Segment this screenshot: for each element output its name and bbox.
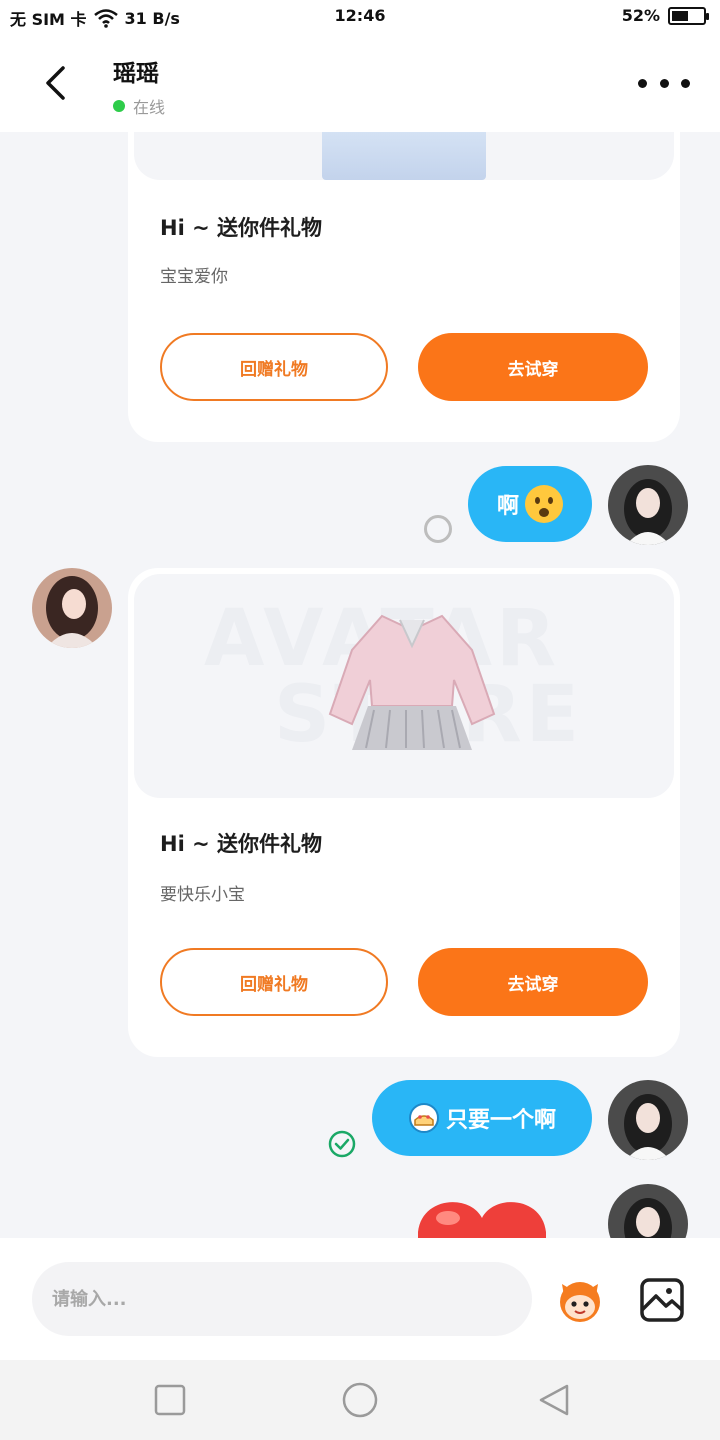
presence-status: 在线 bbox=[113, 94, 165, 118]
avatar-photo-icon bbox=[608, 1184, 688, 1238]
contact-name: 瑶瑶 bbox=[113, 61, 159, 87]
message-bubble[interactable]: 啊 bbox=[468, 466, 592, 542]
gift-image: AVATAR STORE bbox=[134, 574, 674, 798]
gift-card: AVATAR STORE Hi ~ 送你件礼物 要快乐小宝 回赠礼物 去试穿 bbox=[128, 568, 680, 1057]
gift-title: Hi ~ 送你件礼物 bbox=[160, 832, 322, 856]
avatar-photo-icon bbox=[608, 1080, 688, 1160]
try-on-button[interactable]: 去试穿 bbox=[418, 948, 648, 1016]
online-dot-icon bbox=[113, 100, 125, 112]
heart-icon[interactable] bbox=[412, 1196, 552, 1238]
read-check-icon bbox=[328, 1130, 356, 1158]
message-input[interactable] bbox=[32, 1262, 532, 1336]
message-text: 啊 bbox=[496, 494, 519, 519]
recents-button[interactable] bbox=[150, 1380, 190, 1420]
more-dot-icon bbox=[659, 78, 669, 88]
triangle-back-icon bbox=[539, 1384, 569, 1416]
gift-note: 要快乐小宝 bbox=[160, 885, 245, 905]
battery-percent: 52% bbox=[621, 6, 660, 25]
image-button[interactable] bbox=[638, 1276, 686, 1324]
gift-note: 宝宝爱你 bbox=[160, 267, 228, 287]
my-avatar[interactable] bbox=[608, 465, 688, 545]
clock: 12:46 bbox=[334, 6, 386, 25]
system-nav-bar bbox=[0, 1360, 720, 1440]
gift-card: Hi ~ 送你件礼物 宝宝爱你 回赠礼物 去试穿 bbox=[128, 132, 680, 442]
gift-image-fragment bbox=[322, 132, 486, 180]
battery-fill bbox=[672, 10, 688, 21]
home-button[interactable] bbox=[340, 1380, 380, 1420]
message-text: 只要一个啊 bbox=[445, 1108, 556, 1133]
back-button[interactable] bbox=[30, 58, 80, 108]
frown-emoji-icon bbox=[525, 485, 563, 523]
chat-header: 瑶瑶 在线 bbox=[0, 34, 720, 132]
return-gift-button[interactable]: 回赠礼物 bbox=[160, 948, 388, 1016]
outfit-image-icon bbox=[328, 614, 496, 750]
my-avatar[interactable] bbox=[608, 1080, 688, 1160]
avatar-photo-icon bbox=[608, 465, 688, 545]
message-list[interactable]: Hi ~ 送你件礼物 宝宝爱你 回赠礼物 去试穿 啊 AVAT bbox=[0, 132, 720, 1238]
gift-title: Hi ~ 送你件礼物 bbox=[160, 216, 322, 240]
battery-icon bbox=[668, 6, 709, 25]
gift-image bbox=[134, 132, 674, 180]
image-icon bbox=[640, 1278, 684, 1322]
my-avatar[interactable] bbox=[608, 1184, 688, 1238]
emoji-button[interactable] bbox=[554, 1274, 606, 1326]
circle-icon bbox=[342, 1382, 378, 1418]
cake-icon bbox=[408, 1103, 439, 1133]
square-icon bbox=[154, 1384, 186, 1416]
sending-status-icon bbox=[424, 515, 452, 543]
presence-label: 在线 bbox=[133, 98, 166, 117]
more-dot-icon bbox=[638, 78, 647, 88]
message-bubble[interactable]: 只要一个啊 bbox=[372, 1080, 592, 1156]
more-options-button[interactable] bbox=[638, 70, 690, 96]
input-bar bbox=[0, 1238, 720, 1360]
more-dot-icon bbox=[681, 78, 690, 88]
contact-avatar[interactable] bbox=[32, 568, 112, 648]
avatar-photo-icon bbox=[32, 568, 112, 648]
chevron-left-icon bbox=[46, 66, 65, 100]
try-on-button[interactable]: 去试穿 bbox=[418, 333, 648, 401]
back-nav-button[interactable] bbox=[534, 1380, 574, 1420]
return-gift-button[interactable]: 回赠礼物 bbox=[160, 333, 388, 401]
mascot-emoji-icon bbox=[560, 1282, 600, 1322]
status-bar: 无 SIM 卡 31 B/s 12:46 52% bbox=[0, 0, 720, 34]
